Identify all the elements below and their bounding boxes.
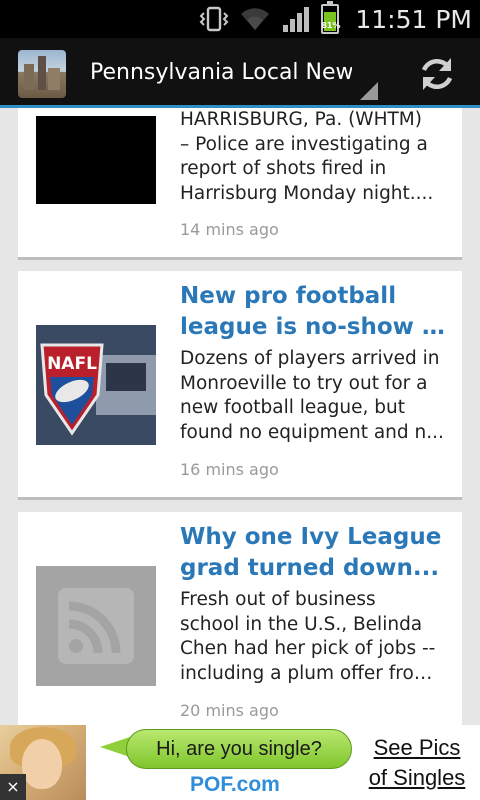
- ad-cta-line2: of Singles: [368, 765, 466, 790]
- app-title: Pennsylvania Local News: [90, 60, 352, 85]
- article-snippet: HARRISBURG, Pa. (WHTM) – Police are inve…: [180, 109, 434, 204]
- article-time: 20 mins ago: [180, 701, 279, 720]
- article-headline[interactable]: New pro football league is no-show a...: [180, 281, 448, 343]
- article-time: 16 mins ago: [180, 460, 279, 479]
- wifi-icon: [241, 8, 270, 30]
- status-bar: 81% 11:51 PM: [0, 0, 480, 38]
- app-title-spinner[interactable]: Pennsylvania Local News: [90, 50, 352, 96]
- signal-icon: [283, 7, 310, 32]
- article-thumbnail: [36, 116, 156, 204]
- news-card[interactable]: HARRISBURG, Pa. (WHTM) – Police are inve…: [18, 108, 462, 260]
- ad-close-button[interactable]: ×: [0, 774, 26, 800]
- app-icon[interactable]: [18, 50, 66, 98]
- battery-icon: 81%: [321, 1, 341, 34]
- ad-photo[interactable]: ×: [0, 725, 86, 800]
- ad-cta-line1: See Pics: [373, 735, 461, 760]
- news-list[interactable]: HARRISBURG, Pa. (WHTM) – Police are inve…: [0, 108, 480, 725]
- nafl-logo-thumbnail: NAFL: [36, 325, 156, 445]
- nafl-logo-text: NAFL: [47, 354, 97, 374]
- spinner-indicator-icon: [360, 82, 378, 100]
- article-time: 14 mins ago: [180, 220, 279, 239]
- article-snippet: Dozens of players arrived in Monroeville…: [180, 348, 444, 443]
- refresh-icon: [421, 58, 453, 90]
- vibrate-icon: [199, 6, 229, 32]
- rss-placeholder-icon: [36, 566, 156, 686]
- news-card[interactable]: Why one Ivy League grad turned down... F…: [18, 512, 462, 725]
- ad-speech-bubble[interactable]: Hi, are you single?: [126, 729, 352, 769]
- ad-brand[interactable]: POF.com: [190, 773, 280, 797]
- clock: 11:51 PM: [355, 4, 472, 34]
- news-card[interactable]: NAFL New pro football league is no-show …: [18, 271, 462, 500]
- ad-banner[interactable]: × Hi, are you single? POF.com See Pics o…: [0, 725, 480, 800]
- action-bar: Pennsylvania Local News: [0, 38, 480, 108]
- battery-percent: 81%: [321, 21, 341, 30]
- refresh-button[interactable]: [410, 48, 464, 100]
- article-headline[interactable]: Why one Ivy League grad turned down...: [180, 522, 448, 584]
- ad-cta-link[interactable]: See Pics of Singles: [362, 733, 472, 793]
- status-icons: 81% 11:51 PM: [199, 0, 472, 38]
- article-snippet: Fresh out of business school in the U.S.…: [180, 589, 448, 684]
- ad-bubble-text: Hi, are you single?: [156, 738, 322, 760]
